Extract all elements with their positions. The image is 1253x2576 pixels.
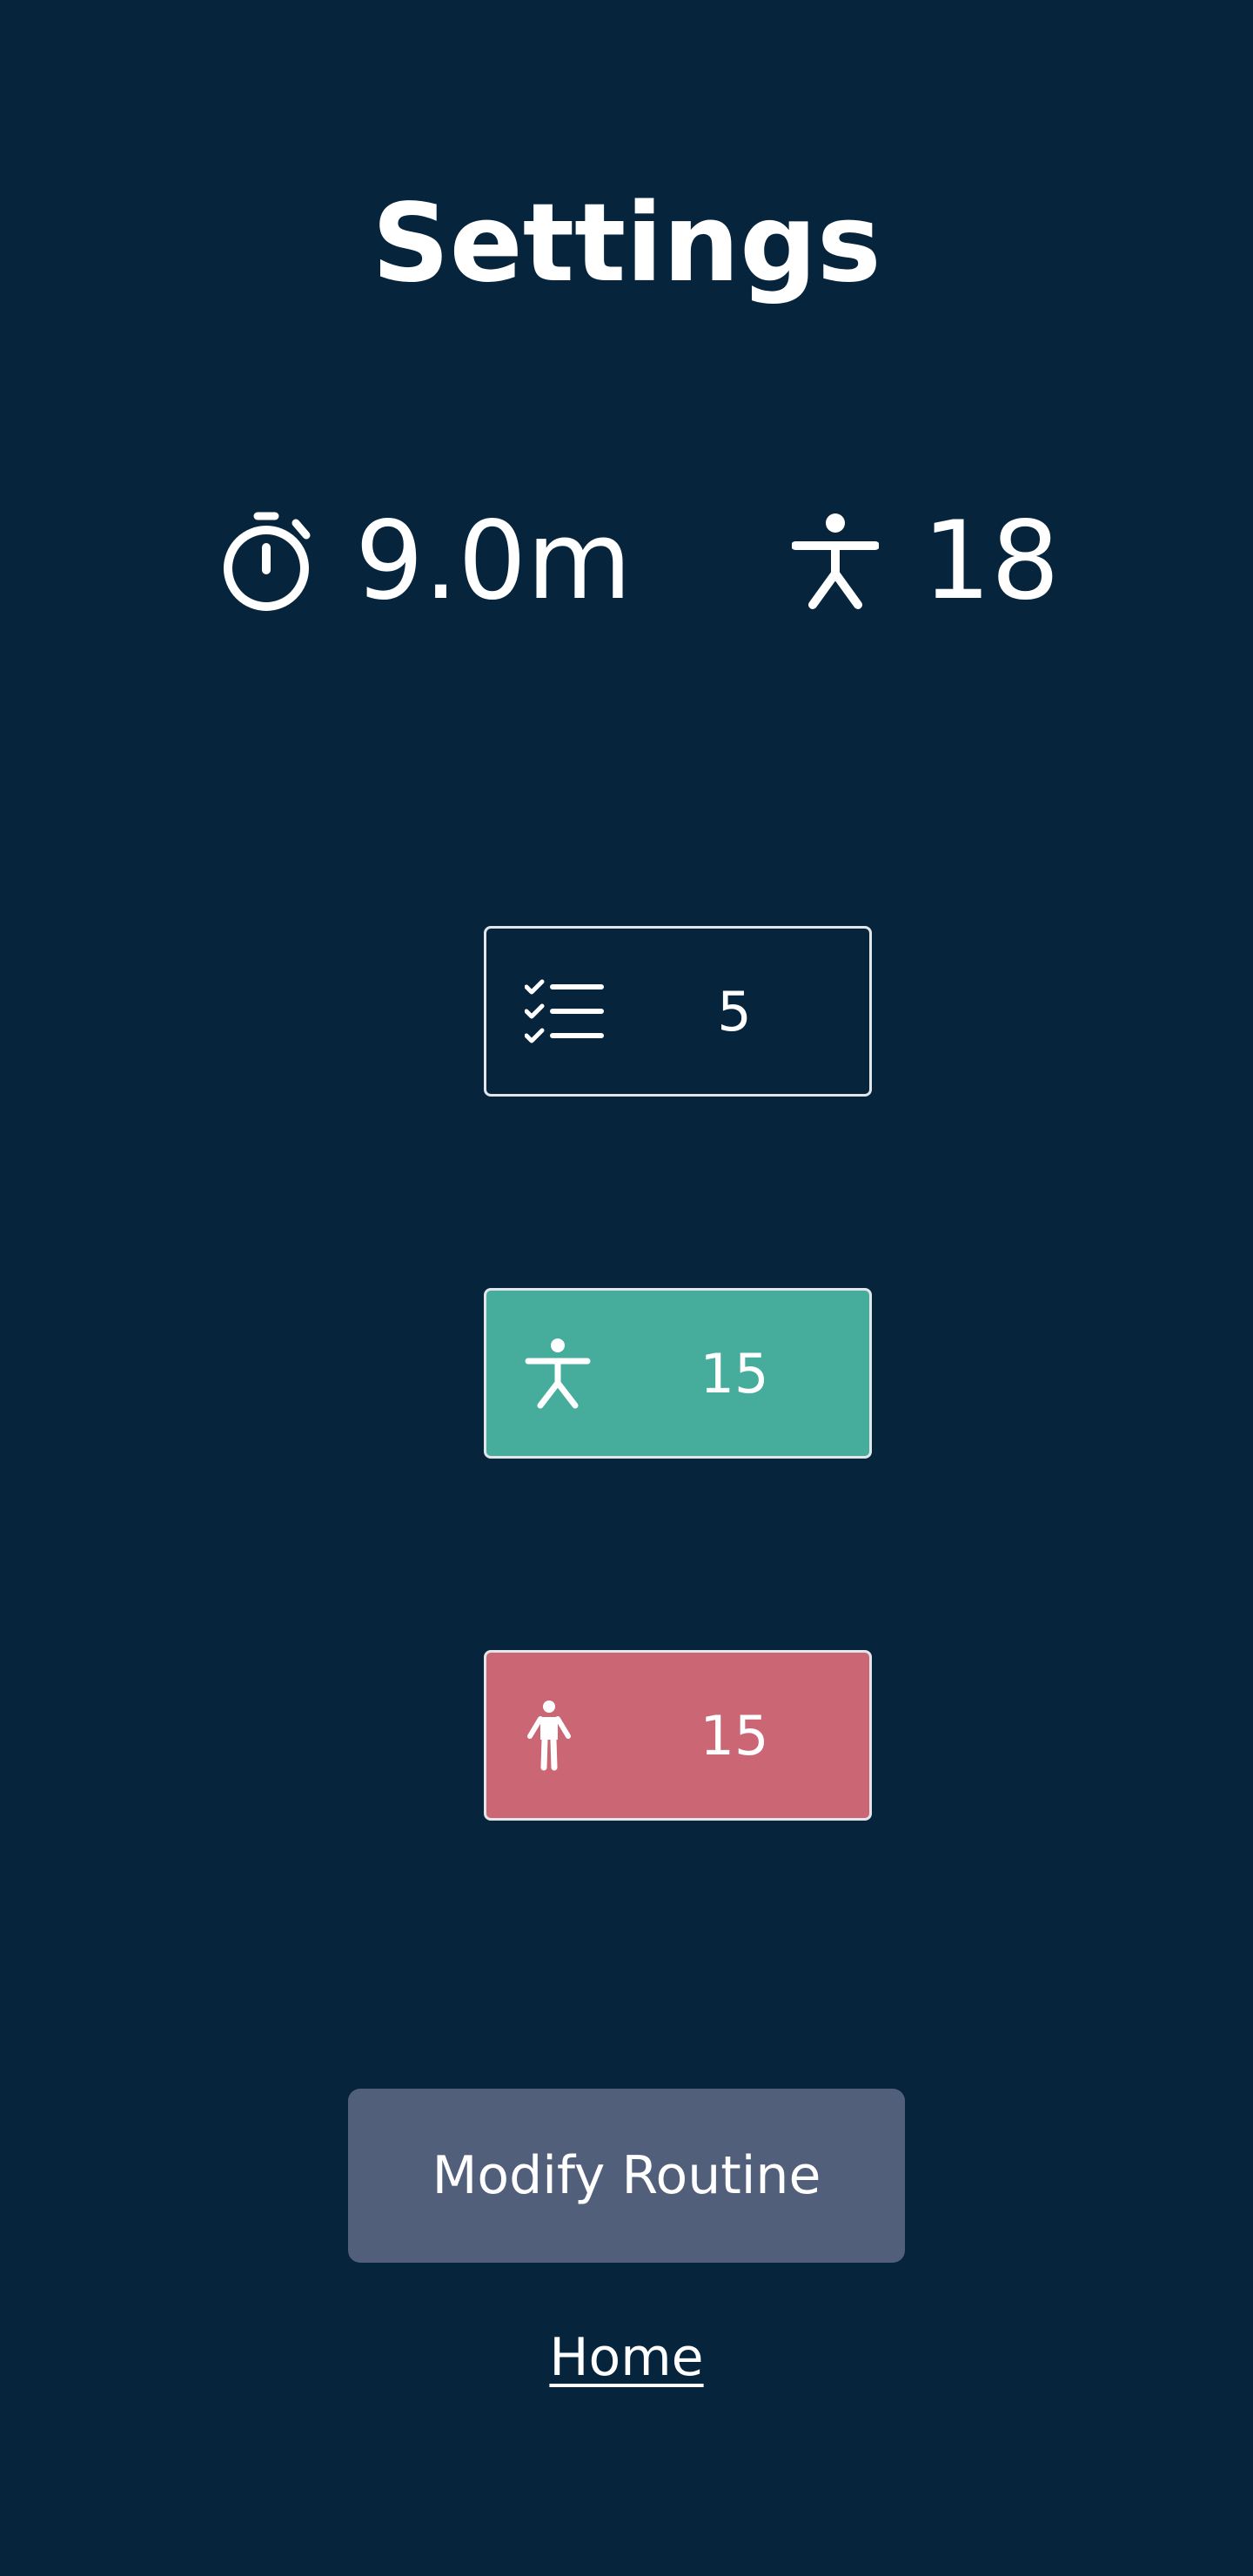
sets-value: 5: [717, 979, 752, 1043]
checklist-icon: [525, 979, 604, 1043]
settings-screen: Settings 9.0m 18 5 15 15 Modify Routine …: [0, 0, 1253, 2576]
person-pose-icon: [792, 513, 879, 609]
home-link[interactable]: Home: [549, 2327, 703, 2388]
rest-setting-button[interactable]: 15: [484, 1650, 872, 1821]
stopwatch-icon: [224, 512, 311, 611]
rest-value: 15: [700, 1703, 769, 1768]
person-standing-icon: [527, 1701, 571, 1771]
person-pose-icon: [525, 1338, 591, 1409]
sets-setting-button[interactable]: 5: [484, 926, 872, 1097]
pose-count-value: 15: [700, 1341, 769, 1405]
modify-routine-button[interactable]: Modify Routine: [348, 2089, 905, 2263]
poses-stat: 18: [792, 496, 1060, 627]
duration-value: 9.0m: [355, 499, 632, 624]
poses-value: 18: [922, 499, 1060, 624]
duration-stat: 9.0m: [223, 496, 632, 627]
home-link-container: Home: [0, 2318, 1253, 2397]
pose-count-setting-button[interactable]: 15: [484, 1288, 872, 1459]
page-title: Settings: [372, 181, 881, 306]
